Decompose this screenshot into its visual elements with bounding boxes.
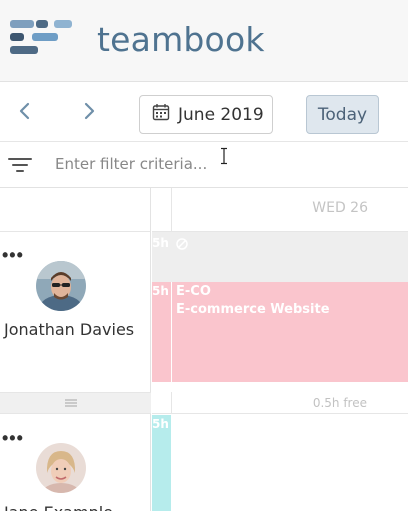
unavailable-block [152, 232, 408, 282]
hours-label: 5h [152, 284, 169, 298]
drag-handle-icon [65, 399, 77, 407]
free-hours-label: 0.5h free [312, 396, 367, 410]
row-resize-handle[interactable] [0, 392, 151, 414]
app-header: teambook [0, 0, 408, 82]
day-header: WED 26 [152, 188, 408, 232]
filter-icon[interactable] [8, 156, 32, 174]
resource-row: 5h 5h E-CO E-commerce Website [152, 232, 408, 392]
hours-label: 5h [152, 417, 169, 431]
resource-menu-button[interactable]: ••• [2, 246, 24, 264]
free-time-row: 0.5h free [152, 392, 408, 414]
day-label: WED 26 [312, 200, 368, 216]
filter-bar [0, 142, 408, 188]
resource-menu-button[interactable]: ••• [2, 429, 24, 447]
calendar-toolbar: June 2019 Today [0, 82, 408, 142]
today-button[interactable]: Today [306, 95, 379, 134]
hours-strip: 5h [152, 415, 171, 511]
month-label: June 2019 [178, 104, 264, 125]
booking-code: E-CO [176, 284, 211, 299]
month-picker-button[interactable]: June 2019 [139, 95, 273, 134]
brand-name: teambook [97, 20, 265, 59]
avatar[interactable] [36, 443, 86, 493]
hours-strip: 5h [152, 282, 171, 382]
resource-row: 5h [152, 415, 408, 511]
teambook-logo-icon [10, 20, 74, 56]
resource-name: Jonathan Davies [4, 320, 135, 339]
planner-grid: WED 26 ••• Jonathan Davies 5h 5h E-CO E-… [0, 188, 408, 511]
resource-name: Jane Example [4, 503, 113, 511]
not-available-icon [176, 237, 188, 250]
booking-project: E-commerce Website [176, 302, 330, 317]
booking-block[interactable]: E-CO E-commerce Website [172, 282, 408, 382]
chevron-right-icon[interactable] [78, 100, 100, 122]
avatar[interactable] [36, 261, 86, 311]
text-cursor-icon [219, 147, 229, 165]
chevron-left-icon[interactable] [14, 100, 36, 122]
hours-label: 5h [152, 236, 169, 250]
calendar-icon [152, 103, 170, 126]
